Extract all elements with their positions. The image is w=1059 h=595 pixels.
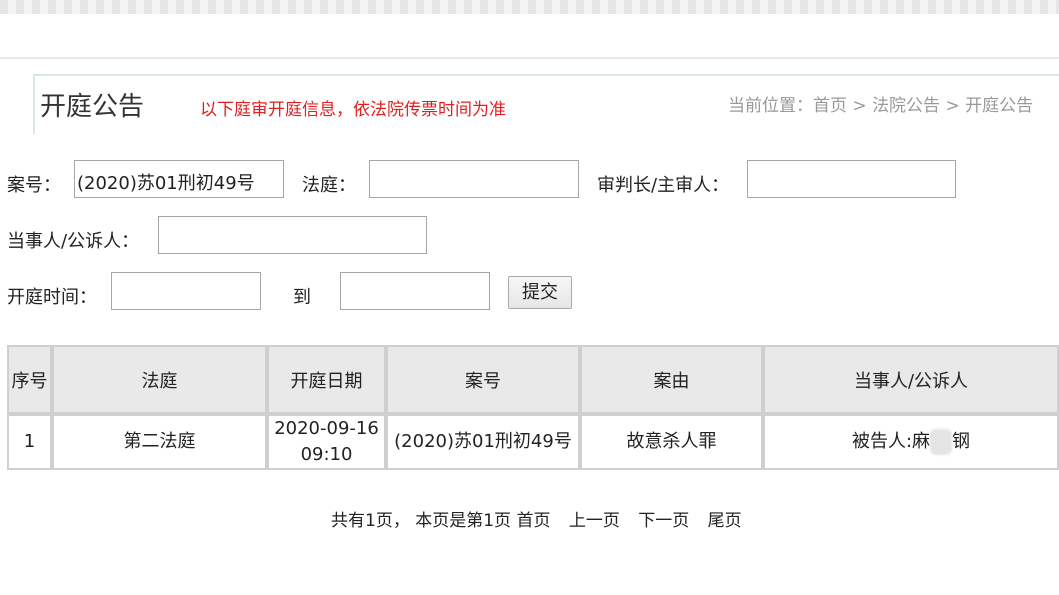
breadcrumb-court-notices[interactable]: 法院公告	[872, 96, 940, 116]
last-page-link[interactable]: 尾页	[708, 511, 742, 531]
judge-label: 审判长/主审人：	[597, 175, 730, 196]
notice-text: 以下庭审开庭信息，依法院传票时间为准	[200, 100, 506, 120]
hearing-time-to-input[interactable]	[340, 272, 490, 310]
breadcrumb-prefix: 当前位置：	[728, 96, 813, 116]
breadcrumb: 当前位置：首页 > 法院公告 > 开庭公告	[728, 91, 1033, 116]
pagination-summary: 共有1页， 本页是第1页	[331, 511, 512, 531]
party-name-end: 钢	[952, 431, 971, 452]
column-header-case-no: 案号	[386, 345, 580, 414]
table-header-row: 序号 法庭 开庭日期 案号 案由 当事人/公诉人	[7, 345, 1059, 414]
table-row: 1 第二法庭 2020-09-16 09:10 (2020)苏01刑初49号 故…	[7, 414, 1059, 470]
top-divider	[0, 57, 1059, 59]
column-header-cause: 案由	[580, 345, 763, 414]
pagination: 共有1页， 本页是第1页 首页 上一页 下一页 尾页	[331, 506, 755, 531]
first-page-link[interactable]: 首页	[516, 511, 550, 531]
redaction-blur	[930, 429, 953, 455]
cell-date-time: 09:10	[300, 444, 353, 465]
cell-court: 第二法庭	[52, 414, 267, 470]
party-input[interactable]	[158, 216, 427, 254]
cell-cause: 故意杀人罪	[580, 414, 763, 470]
party-label: 当事人/公诉人：	[7, 231, 140, 252]
results-table: 序号 法庭 开庭日期 案号 案由 当事人/公诉人 1 第二法庭 2020-09-…	[7, 345, 1059, 470]
column-header-court: 法庭	[52, 345, 267, 414]
court-label: 法庭：	[302, 175, 356, 196]
top-decoration-bar	[0, 0, 1059, 14]
cell-case-no: (2020)苏01刑初49号	[386, 414, 580, 470]
column-header-index: 序号	[7, 345, 52, 414]
submit-button[interactable]: 提交	[508, 276, 572, 309]
cell-date: 2020-09-16 09:10	[267, 414, 386, 470]
cell-date-day: 2020-09-16	[274, 418, 379, 439]
next-page-link[interactable]: 下一页	[638, 511, 689, 531]
breadcrumb-home[interactable]: 首页	[813, 96, 847, 116]
breadcrumb-separator: >	[852, 96, 867, 116]
breadcrumb-current[interactable]: 开庭公告	[965, 96, 1033, 116]
prev-page-link[interactable]: 上一页	[569, 511, 620, 531]
party-name-start: 被告人:麻	[851, 431, 931, 452]
judge-input[interactable]	[747, 160, 956, 198]
column-header-party: 当事人/公诉人	[763, 345, 1059, 414]
cell-index: 1	[7, 414, 52, 470]
case-no-input[interactable]: (2020)苏01刑初49号	[74, 160, 284, 198]
cell-party: 被告人:麻钢	[763, 414, 1059, 470]
page-title: 开庭公告	[40, 92, 145, 122]
court-input[interactable]	[369, 160, 579, 198]
case-no-label: 案号：	[7, 175, 61, 196]
hearing-time-label: 开庭时间：	[7, 287, 97, 308]
hearing-time-from-input[interactable]	[111, 272, 261, 310]
column-header-date: 开庭日期	[267, 345, 386, 414]
to-label: 到	[293, 287, 311, 308]
breadcrumb-separator: >	[945, 96, 960, 116]
